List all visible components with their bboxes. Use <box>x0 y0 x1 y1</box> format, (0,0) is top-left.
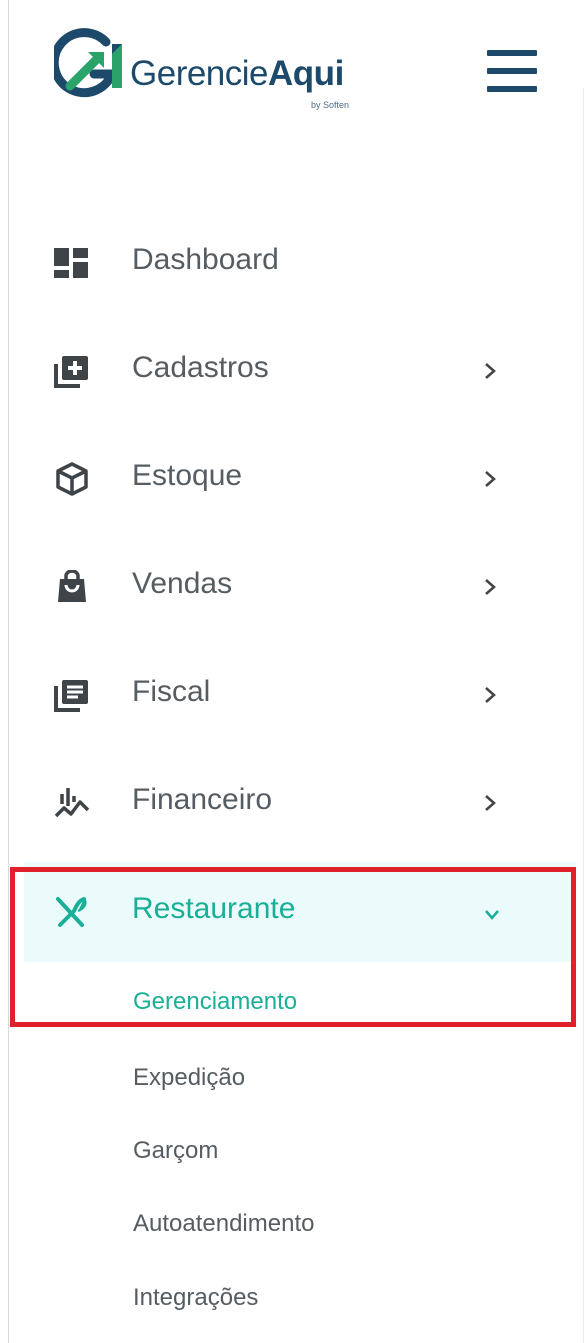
brand-logo[interactable]: GerencieAqui by Soften <box>54 28 374 110</box>
chevron-right-icon <box>485 363 496 379</box>
menu-item-label: Estoque <box>132 459 243 492</box>
document-stack-icon <box>54 680 88 712</box>
brand-byline: by Soften <box>311 100 350 110</box>
menu-item-label: Dashboard <box>132 243 279 276</box>
chevron-right-icon <box>485 687 496 703</box>
menu-item-restaurante[interactable]: Restaurante <box>24 862 576 962</box>
hamburger-bar <box>487 68 537 74</box>
shopping-bag-icon <box>58 570 86 602</box>
brand-name: GerencieAqui <box>130 54 344 94</box>
brand-name-bold: Aqui <box>268 54 344 93</box>
menu-item-label: Fiscal <box>132 675 211 708</box>
logo-mark-icon <box>54 28 122 98</box>
menu-item-dashboard[interactable]: Dashboard <box>24 213 576 313</box>
submenu-item-autoatendimento[interactable]: Autoatendimento <box>133 1210 314 1238</box>
hamburger-icon[interactable] <box>487 50 537 94</box>
brand-name-regular: Gerencie <box>130 54 269 93</box>
chevron-right-icon <box>485 795 496 811</box>
chevron-right-icon <box>485 579 496 595</box>
menu-item-financeiro[interactable]: Financeiro <box>24 753 576 853</box>
submenu-item-integracoes[interactable]: Integrações <box>133 1284 258 1312</box>
hamburger-bar <box>487 50 537 56</box>
menu-item-label: Vendas <box>132 567 233 600</box>
fork-knife-icon <box>56 897 87 927</box>
finance-chart-icon <box>54 788 90 818</box>
content-divider <box>583 88 584 1343</box>
submenu-item-garcom[interactable]: Garçom <box>133 1137 218 1165</box>
add-library-icon <box>54 356 88 388</box>
menu-item-estoque[interactable]: Estoque <box>24 429 576 529</box>
menu-item-label: Restaurante <box>132 892 296 925</box>
submenu-item-gerenciamento[interactable]: Gerenciamento <box>133 988 297 1016</box>
submenu-item-expedicao[interactable]: Expedição <box>133 1064 245 1092</box>
menu-item-cadastros[interactable]: Cadastros <box>24 321 576 421</box>
menu-item-fiscal[interactable]: Fiscal <box>24 645 576 745</box>
chevron-right-icon <box>485 471 496 487</box>
hamburger-bar <box>487 86 537 92</box>
sidebar-left-border <box>8 0 9 1343</box>
box-icon <box>56 462 88 496</box>
menu-item-label: Cadastros <box>132 351 269 384</box>
menu-item-vendas[interactable]: Vendas <box>24 537 576 637</box>
dashboard-icon <box>54 248 88 278</box>
chevron-down-icon <box>485 910 499 920</box>
menu-item-label: Financeiro <box>132 783 273 816</box>
